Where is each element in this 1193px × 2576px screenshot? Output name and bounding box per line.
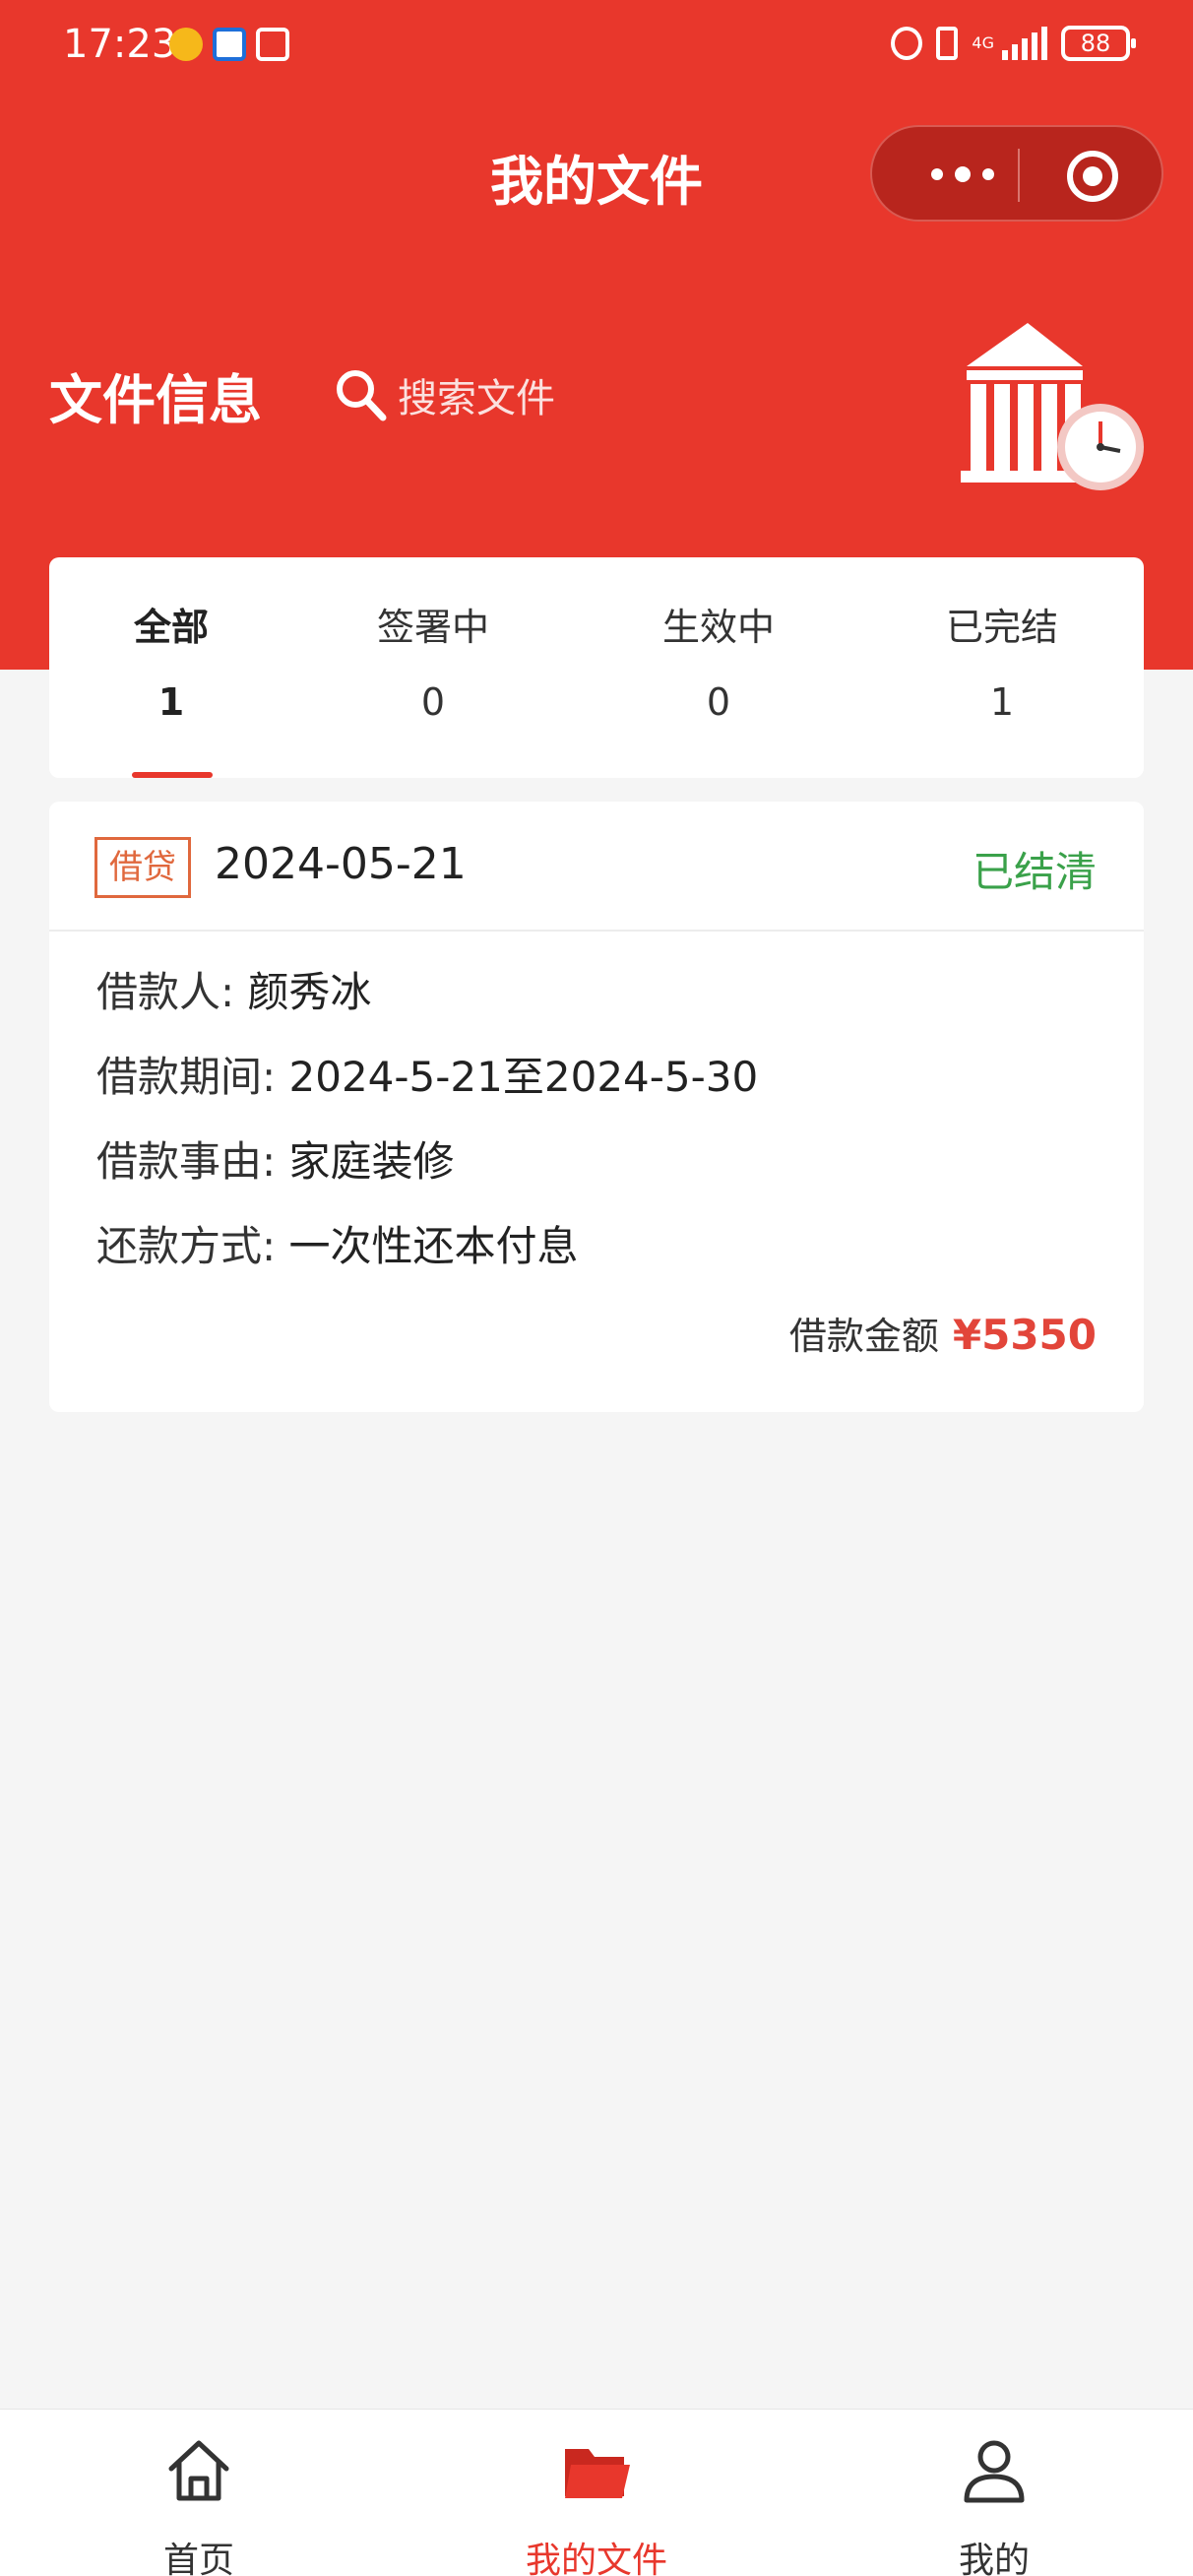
repayment-row: 还款方式: 一次性还本付息: [96, 1213, 579, 1273]
tab-count: 1: [989, 680, 1015, 724]
tab-label: 已完结: [945, 606, 1058, 649]
period-label: 借款期间:: [96, 1053, 277, 1101]
tab-signing[interactable]: 签署中 0: [335, 597, 532, 724]
system-icons: 4G 88: [891, 26, 1136, 61]
borrower-value: 颜秀冰: [247, 968, 372, 1016]
home-icon: [168, 2440, 229, 2501]
file-date: 2024-05-21: [215, 839, 467, 889]
search-input[interactable]: 搜索文件: [333, 366, 555, 423]
tabbar-home[interactable]: 首页: [81, 2410, 317, 2576]
notification-icons: [169, 28, 289, 61]
file-card-header: 借贷 2024-05-21 已结清: [49, 802, 1144, 932]
tabbar-mine[interactable]: 我的: [876, 2410, 1112, 2576]
tab-count: 0: [420, 680, 446, 724]
status-tabs: 全部 1 签署中 0 生效中 0 已完结 1: [49, 557, 1144, 778]
status-badge: 已结清: [972, 848, 1097, 896]
active-tab-indicator: [132, 772, 213, 778]
search-icon: [337, 370, 387, 421]
miniprogram-capsule: [870, 125, 1163, 222]
bottom-tab-bar: 首页 我的文件 我的: [0, 2409, 1193, 2576]
reason-value: 家庭装修: [288, 1137, 455, 1186]
tab-count: 1: [157, 680, 185, 724]
battery-icon: 88: [1061, 26, 1136, 61]
red-packet-icon: [169, 28, 203, 61]
tabbar-my-files[interactable]: 我的文件: [478, 2410, 715, 2576]
tab-completed[interactable]: 已完结 1: [904, 597, 1100, 724]
reason-label: 借款事由:: [96, 1137, 277, 1186]
tab-all[interactable]: 全部 1: [73, 597, 270, 724]
reason-row: 借款事由: 家庭装修: [96, 1128, 455, 1189]
repayment-value: 一次性还本付息: [288, 1222, 579, 1270]
network-type: 4G: [972, 33, 994, 52]
app-notification-icon: [213, 28, 246, 61]
status-bar: 17:23 4G 88: [0, 0, 1193, 95]
tab-label: 签署中: [376, 606, 489, 649]
borrower-label: 借款人:: [96, 968, 235, 1016]
tabbar-label: 我的: [958, 2541, 1030, 2576]
period-value: 2024-5-21至2024-5-30: [288, 1053, 759, 1101]
archive-clock-illustration: [961, 323, 1144, 490]
amount-value: ¥5350: [952, 1311, 1097, 1359]
capsule-divider: [1018, 149, 1020, 202]
more-icon[interactable]: [931, 166, 994, 182]
vibrate-icon: [936, 27, 959, 60]
nfc-icon: [256, 28, 289, 61]
user-icon: [964, 2440, 1025, 2503]
signal-icon: [1002, 27, 1047, 60]
tabbar-label: 我的文件: [525, 2541, 667, 2576]
file-card[interactable]: 借贷 2024-05-21 已结清 借款人: 颜秀冰 借款期间: 2024-5-…: [49, 802, 1144, 1412]
alarm-icon: [891, 27, 923, 60]
file-type-badge: 借贷: [94, 837, 191, 898]
repayment-label: 还款方式:: [96, 1222, 277, 1270]
close-miniprogram-icon[interactable]: [1067, 151, 1118, 202]
tab-effective[interactable]: 生效中 0: [620, 597, 817, 724]
loan-amount: 借款金额 ¥5350: [789, 1306, 1097, 1360]
search-placeholder: 搜索文件: [398, 376, 555, 421]
borrower-row: 借款人: 颜秀冰: [96, 959, 372, 1019]
period-row: 借款期间: 2024-5-21至2024-5-30: [96, 1044, 758, 1104]
tabbar-label: 首页: [162, 2541, 234, 2576]
amount-label: 借款金额: [788, 1315, 939, 1358]
tab-count: 0: [706, 680, 731, 724]
tab-label: 全部: [133, 606, 209, 649]
tab-label: 生效中: [661, 606, 775, 649]
status-time: 17:23: [63, 22, 177, 67]
folder-icon: [565, 2449, 630, 2498]
section-title: 文件信息: [49, 369, 262, 431]
